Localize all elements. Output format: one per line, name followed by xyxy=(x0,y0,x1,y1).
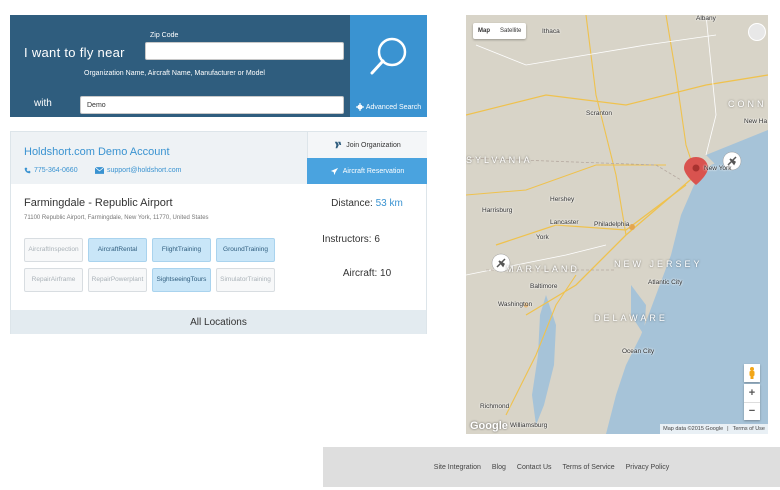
with-label: with xyxy=(34,98,52,109)
state-label-pennsylvania: SYLVANIA xyxy=(466,155,533,165)
instructor-count: Instructors: 6 xyxy=(322,234,380,245)
service-sightseeing-tours[interactable]: Sightseeing Tours xyxy=(152,268,211,292)
footer-link-site-integration[interactable]: Site Integration xyxy=(434,464,481,471)
fly-near-label: I want to fly near xyxy=(24,45,125,60)
pegman-icon[interactable] xyxy=(744,364,760,382)
state-label-connecticut: CONN xyxy=(728,99,767,109)
zoom-control: + − xyxy=(744,384,760,420)
join-organization-button[interactable]: Join Organization xyxy=(307,132,427,158)
gear-icon xyxy=(355,103,364,111)
map-label-albany: Albany xyxy=(696,15,716,22)
service-aircraft-rental[interactable]: Aircraft Rental xyxy=(88,238,147,262)
map-label-new-york: New York xyxy=(704,165,732,172)
google-logo: Google xyxy=(470,420,508,432)
join-organization-label: Join Organization xyxy=(346,141,401,149)
aircraft-reservation-label: Aircraft Reservation xyxy=(342,167,405,175)
map-label-baltimore: Baltimore xyxy=(530,283,558,290)
account-name-link[interactable]: Holdshort.com Demo Account xyxy=(24,146,170,158)
service-aircraft-inspection[interactable]: Aircraft Inspection xyxy=(24,238,83,262)
service-repair-airframe[interactable]: Repair Airframe xyxy=(24,268,83,292)
advanced-search-button[interactable]: Advanced Search xyxy=(350,97,427,117)
advanced-search-label: Advanced Search xyxy=(365,103,422,111)
map-footer-divider: | xyxy=(727,426,729,432)
result-card: Holdshort.com Demo Account 775-364-0660 … xyxy=(10,131,427,334)
organization-input[interactable] xyxy=(80,96,344,114)
card-header: Holdshort.com Demo Account 775-364-0660 … xyxy=(11,132,307,184)
zip-code-input[interactable] xyxy=(145,42,344,60)
map-label-ocean-city: Ocean City xyxy=(622,348,655,355)
map-label-harrisburg: Harrisburg xyxy=(482,207,513,214)
service-flight-training[interactable]: Flight Training xyxy=(152,238,211,262)
map-label-washington: Washington xyxy=(498,301,533,308)
footer-link-contact-us[interactable]: Contact Us xyxy=(517,464,552,471)
airport-name[interactable]: Farmingdale - Republic Airport xyxy=(24,197,173,209)
distance: Distance: 53 km xyxy=(307,198,427,209)
footer-link-privacy-policy[interactable]: Privacy Policy xyxy=(626,464,670,471)
map-label-philadelphia: Philadelphia xyxy=(594,221,630,228)
zoom-in-button[interactable]: + xyxy=(744,384,760,402)
map-label-williamsburg: Williamsburg xyxy=(510,422,548,429)
zoom-out-button[interactable]: − xyxy=(744,403,760,421)
footer-link-terms-of-service[interactable]: Terms of Service xyxy=(563,464,615,471)
map-label-atlantic-city: Atlantic City xyxy=(648,279,683,286)
organization-caption: Organization Name, Aircraft Name, Manufa… xyxy=(84,70,265,77)
avatar[interactable] xyxy=(748,23,766,41)
plane-icon xyxy=(330,167,338,175)
state-label-maryland: MARYLAND xyxy=(506,264,580,274)
service-simulator-training[interactable]: Simulator Training xyxy=(216,268,275,292)
search-fields: I want to fly near Zip Code Organization… xyxy=(10,15,350,117)
map-label-hershey: Hershey xyxy=(550,196,575,203)
map-attribution: Map data ©2015 Google | Terms of Use xyxy=(660,424,768,434)
phone-text: 775-364-0660 xyxy=(34,167,78,174)
search-button-area: Advanced Search xyxy=(350,15,427,117)
search-icon xyxy=(370,37,406,75)
terms-of-use-link[interactable]: Terms of Use xyxy=(733,426,765,432)
map-label-richmond: Richmond xyxy=(480,403,510,410)
map-label-ithaca: Ithaca xyxy=(542,28,560,35)
airport-address: 71100 Republic Airport, Farmingdale, New… xyxy=(24,215,209,221)
map-data-text: Map data ©2015 Google xyxy=(663,426,724,432)
state-label-new-jersey: NEW JERSEY xyxy=(614,259,703,269)
email-link[interactable]: support@holdshort.com xyxy=(95,167,181,174)
distance-value: 53 km xyxy=(375,198,403,209)
map-label-new-haven: New Ha xyxy=(744,118,768,125)
map-label-lancaster: Lancaster xyxy=(550,219,579,226)
aircraft-reservation-button[interactable]: Aircraft Reservation xyxy=(307,158,427,184)
phone-link[interactable]: 775-364-0660 xyxy=(24,167,78,174)
service-ground-training[interactable]: Ground Training xyxy=(216,238,275,262)
service-repair-powerplant[interactable]: Repair Powerplant xyxy=(88,268,147,292)
map-type-satellite[interactable]: Satellite xyxy=(495,23,526,39)
search-button[interactable] xyxy=(350,15,427,97)
aircraft-count: Aircraft: 10 xyxy=(342,268,392,279)
envelope-icon xyxy=(95,167,104,174)
search-panel: I want to fly near Zip Code Organization… xyxy=(10,15,427,117)
state-label-delaware: DELAWARE xyxy=(594,313,668,323)
map-type-control: Map Satellite xyxy=(473,23,527,39)
map-label-scranton: Scranton xyxy=(586,110,613,117)
map-label-york: York xyxy=(536,234,549,241)
map-type-map[interactable]: Map xyxy=(473,23,495,39)
zip-code-caption: Zip Code xyxy=(150,32,179,39)
site-footer: Site Integration Blog Contact Us Terms o… xyxy=(323,447,780,487)
all-locations-button[interactable]: All Locations xyxy=(11,310,426,334)
org-icon xyxy=(335,141,342,149)
phone-icon xyxy=(24,167,31,174)
email-text: support@holdshort.com xyxy=(107,167,182,174)
page: I want to fly near Zip Code Organization… xyxy=(0,0,780,490)
map[interactable]: Map Satellite Albany Ithaca Scranton New… xyxy=(466,15,768,434)
footer-link-blog[interactable]: Blog xyxy=(492,464,506,471)
distance-label: Distance: xyxy=(331,198,373,209)
